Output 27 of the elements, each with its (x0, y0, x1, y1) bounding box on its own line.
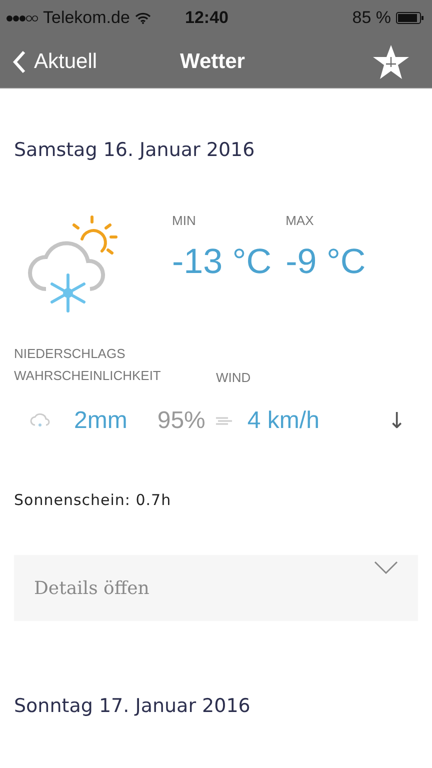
sunshine-duration: Sonnenschein: 0.7h (14, 491, 172, 509)
min-temperature: -13 °C (172, 242, 272, 282)
wind-label: WIND (216, 370, 251, 385)
wifi-icon (134, 12, 151, 24)
chevron-left-icon (12, 50, 26, 74)
status-time: 12:40 (185, 8, 228, 28)
back-button[interactable]: Aktuell (12, 50, 98, 74)
precipitation-probability: 95% (157, 407, 206, 435)
details-toggle[interactable]: Details öffen (14, 555, 418, 621)
min-label: MIN (172, 213, 197, 228)
wind-icon (215, 415, 234, 427)
rain-cloud-icon (30, 413, 50, 429)
wind-speed: 4 km/h (247, 407, 320, 435)
chevron-icon (374, 561, 398, 575)
precipitation-label: NIEDERSCHLAGS WAHRSCHEINLICHKEIT (14, 345, 162, 385)
max-label: MAX (286, 213, 315, 228)
day-heading: Sonntag 17. Januar 2016 (14, 695, 252, 717)
carrier-name: Telekom.de (43, 8, 130, 28)
signal-icon (6, 14, 38, 22)
battery-icon (396, 12, 424, 24)
battery-percent: 85 % (352, 8, 391, 28)
star-icon[interactable] (372, 44, 410, 80)
screen-title: Wetter (180, 50, 245, 74)
max-temperature: -9 °C (286, 242, 366, 282)
wind-direction: ↓ (388, 408, 406, 434)
precipitation-amount: 2mm (74, 407, 128, 435)
day-heading: Samstag 16. Januar 2016 (14, 139, 256, 161)
